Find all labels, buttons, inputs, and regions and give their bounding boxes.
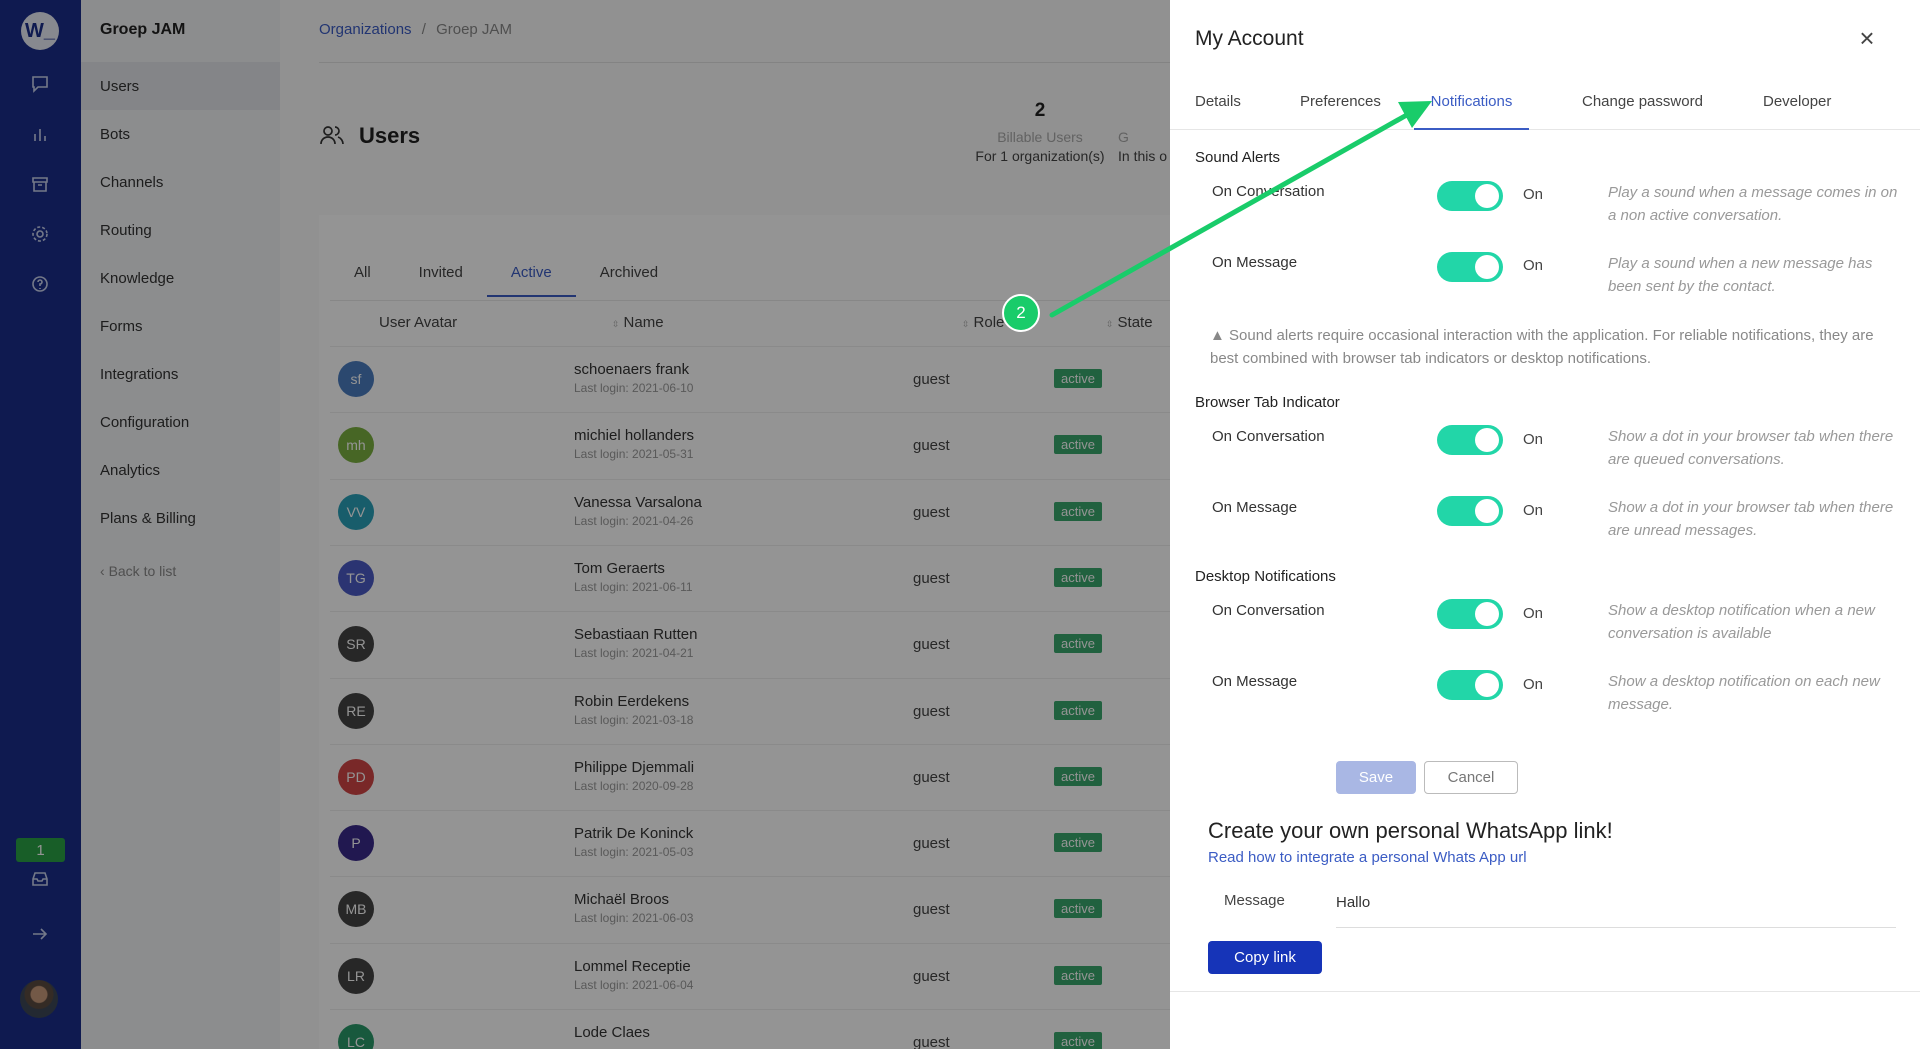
sound-message-label: On Message	[1212, 254, 1298, 271]
whatsapp-input-underline	[1336, 927, 1896, 928]
modal-backdrop[interactable]	[0, 0, 1170, 1049]
desktop-conversation-state: On	[1523, 605, 1544, 622]
sound-conversation-toggle[interactable]	[1437, 181, 1503, 211]
sound-message-toggle[interactable]	[1437, 252, 1503, 282]
tab-details[interactable]: Details	[1195, 82, 1241, 130]
tab-notifications[interactable]: Notifications	[1414, 82, 1529, 130]
account-tabs: Details Preferences Notifications Change…	[1170, 82, 1920, 130]
drawer-footer-divider	[1170, 991, 1920, 992]
browser-message-label: On Message	[1212, 499, 1298, 516]
sound-alerts-heading: Sound Alerts	[1195, 149, 1281, 166]
step-marker: 2	[1002, 294, 1040, 332]
whatsapp-heading: Create your own personal WhatsApp link!	[1208, 818, 1613, 843]
my-account-drawer: My Account × Details Preferences Notific…	[1170, 0, 1920, 1049]
copy-link-button[interactable]: Copy link	[1208, 941, 1322, 974]
desktop-message-label: On Message	[1212, 673, 1298, 690]
browser-conversation-label: On Conversation	[1212, 428, 1325, 445]
browser-message-toggle[interactable]	[1437, 496, 1503, 526]
sound-conversation-description: Play a sound when a message comes in on …	[1608, 184, 1898, 224]
whatsapp-help-link[interactable]: Read how to integrate a personal Whats A…	[1208, 849, 1527, 866]
desktop-message-toggle[interactable]	[1437, 670, 1503, 700]
cancel-button[interactable]: Cancel	[1424, 761, 1518, 794]
browser-conversation-description: Show a dot in your browser tab when ther…	[1608, 428, 1894, 468]
whatsapp-message-label: Message	[1224, 892, 1285, 909]
tab-developer[interactable]: Developer	[1763, 82, 1831, 130]
browser-conversation-toggle[interactable]	[1437, 425, 1503, 455]
sound-conversation-state: On	[1523, 186, 1544, 203]
sound-message-description: Play a sound when a new message has been…	[1608, 255, 1873, 295]
browser-tab-heading: Browser Tab Indicator	[1195, 394, 1340, 411]
browser-conversation-state: On	[1523, 431, 1544, 448]
tab-change-password[interactable]: Change password	[1582, 82, 1703, 130]
desktop-message-state: On	[1523, 676, 1544, 693]
browser-message-state: On	[1523, 502, 1544, 519]
desktop-conversation-label: On Conversation	[1212, 602, 1325, 619]
browser-message-description: Show a dot in your browser tab when ther…	[1608, 499, 1894, 539]
desktop-message-description: Show a desktop notification on each new …	[1608, 673, 1880, 713]
sound-conversation-label: On Conversation	[1212, 183, 1325, 200]
desktop-notifications-heading: Desktop Notifications	[1195, 568, 1336, 585]
warning-icon: ▲	[1210, 327, 1230, 344]
desktop-conversation-toggle[interactable]	[1437, 599, 1503, 629]
desktop-conversation-description: Show a desktop notification when a new c…	[1608, 602, 1875, 642]
whatsapp-message-input[interactable]: Hallo	[1336, 894, 1370, 911]
drawer-title: My Account	[1195, 27, 1304, 50]
close-icon[interactable]: ×	[1855, 25, 1879, 51]
tab-preferences[interactable]: Preferences	[1300, 82, 1381, 130]
sound-message-state: On	[1523, 257, 1544, 274]
save-button[interactable]: Save	[1336, 761, 1416, 794]
sound-alerts-warning: ▲ Sound alerts require occasional intera…	[1210, 327, 1874, 367]
